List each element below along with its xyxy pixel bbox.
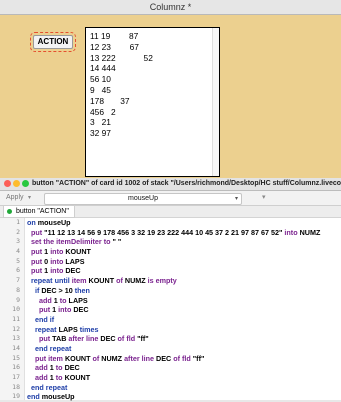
- close-icon[interactable]: [4, 180, 11, 187]
- field-scrollbar[interactable]: [212, 28, 219, 176]
- code-text: repeat LAPS times: [35, 324, 99, 334]
- field-ff[interactable]: 11 19 87 12 23 67 13 222 52 14 444 56 10 9 45…: [85, 27, 220, 177]
- minimize-icon[interactable]: [13, 180, 20, 187]
- line-number: 12: [12, 324, 20, 333]
- field-line: 456 2: [90, 106, 116, 117]
- line-number: 2: [16, 227, 20, 236]
- line-number: 19: [12, 392, 20, 401]
- code-text: put 1 into KOUNT: [31, 247, 91, 257]
- code-text: on mouseUp: [27, 218, 71, 227]
- code-text: end repeat: [31, 382, 68, 392]
- field-line: 32 97: [90, 128, 111, 139]
- stack-window-title: Columnz *: [0, 0, 341, 15]
- editor-tabbar: button "ACTION": [0, 206, 341, 218]
- line-number: 1: [16, 218, 20, 226]
- field-line: 9 45: [90, 84, 111, 95]
- editor-title: button "ACTION" of card id 1002 of stack…: [32, 180, 341, 187]
- code-text: put item KOUNT of NUMZ after line DEC of…: [35, 353, 205, 363]
- line-number: 16: [12, 363, 20, 372]
- line-number: 6: [16, 266, 20, 275]
- field-line: 12 23 67: [90, 41, 139, 52]
- field-line: 178 37: [90, 95, 130, 106]
- code-text: add 1 to DEC: [35, 363, 80, 373]
- code-text: put 1 into DEC: [38, 305, 89, 315]
- line-number: 15: [12, 353, 20, 362]
- code-text: set the itemDelimiter to " ": [31, 237, 122, 247]
- zoom-icon[interactable]: [22, 180, 29, 187]
- toolbar-more-icon[interactable]: ▾: [262, 193, 266, 203]
- line-number: 17: [12, 373, 20, 381]
- field-lines: 11 19 87 12 23 67 13 222 52 14 444 56 10 9 45…: [90, 31, 153, 139]
- line-number: 11: [12, 314, 20, 323]
- code-text: add 1 to KOUNT: [35, 373, 91, 382]
- code-editor-window: button "ACTION" of card id 1002 of stack…: [0, 178, 341, 402]
- status-dot-icon: [7, 209, 12, 214]
- code-text: put TAB after line DEC of fld "ff": [38, 334, 149, 344]
- code-text: end repeat: [35, 343, 72, 353]
- code-text: put 0 into LAPS: [31, 256, 85, 266]
- line-number: 10: [12, 305, 20, 314]
- code-text: put "11 12 13 14 56 9 178 456 3 32 19 23…: [31, 227, 321, 237]
- tab-label-text: button "ACTION": [16, 208, 69, 215]
- code-text: end mouseUp: [27, 392, 75, 402]
- code-text: if DEC > 10 then: [35, 285, 90, 295]
- field-line: 3 21: [90, 117, 111, 128]
- stack-window: Columnz * ACTION 11 19 87 12 23 67 13 222 …: [0, 0, 341, 178]
- code-text: end if: [35, 314, 55, 324]
- line-number: 13: [12, 334, 20, 343]
- code-area[interactable]: 1 on mouseUp 2 put "11 12 13 14 56 9 178 4…: [0, 218, 341, 402]
- action-button[interactable]: ACTION: [30, 32, 76, 52]
- code-text: put 1 into DEC: [31, 266, 81, 276]
- field-line: 56 10: [90, 74, 111, 85]
- line-number: 18: [12, 382, 20, 391]
- line-number: 8: [16, 285, 20, 294]
- line-number: 4: [16, 247, 20, 256]
- editor-toolbar: Apply ▾ mouseUp ▾ ▾: [0, 191, 341, 206]
- line-number: 7: [16, 276, 20, 285]
- line-number: 3: [16, 237, 20, 246]
- handler-select[interactable]: mouseUp ▾: [44, 193, 242, 205]
- tab-button-action[interactable]: button "ACTION": [3, 206, 75, 218]
- field-line: 11 19 87: [90, 31, 139, 41]
- chevron-down-icon: ▾: [234, 196, 238, 202]
- code-text: add 1 to LAPS: [38, 295, 88, 305]
- code-text: repeat until item KOUNT of NUMZ is empty: [31, 276, 177, 286]
- field-line: 13 222 52: [90, 52, 153, 63]
- handler-select-value: mouseUp: [128, 195, 158, 202]
- line-number: 14: [12, 343, 20, 352]
- field-line: 14 444: [90, 63, 116, 74]
- line-number: 9: [16, 295, 20, 304]
- line-number: 5: [16, 256, 20, 265]
- apply-dropdown-icon[interactable]: ▾: [28, 193, 31, 203]
- editor-titlebar: button "ACTION" of card id 1002 of stack…: [0, 178, 341, 191]
